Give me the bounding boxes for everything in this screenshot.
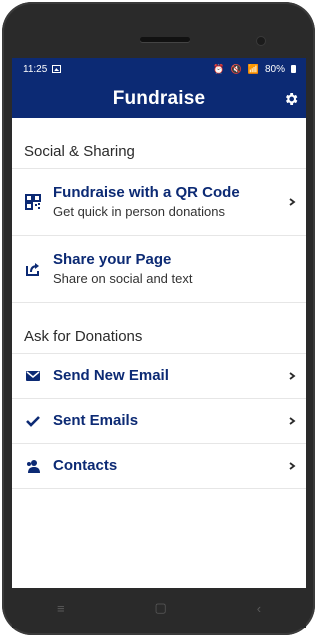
share-item-title: Share your Page (53, 251, 172, 268)
contacts-icon (24, 457, 42, 475)
share-item-subtitle: Share on social and text (53, 271, 193, 286)
screen: 11:25 ⏰ 🔇 📶 80% Fundraise Social & Shari… (12, 58, 306, 588)
chevron-right-icon (289, 462, 296, 470)
sent-emails-item[interactable]: Sent Emails (12, 399, 306, 443)
qr-item-title: Fundraise with a QR Code (53, 184, 240, 201)
gear-icon[interactable] (283, 91, 299, 107)
status-bar: 11:25 ⏰ 🔇 📶 80% (12, 58, 306, 80)
qr-fundraise-item[interactable]: Fundraise with a QR Code Get quick in pe… (12, 169, 306, 235)
battery-percent: 80% (264, 63, 285, 75)
status-left: 11:25 (23, 63, 62, 75)
envelope-icon (24, 367, 42, 385)
chevron-right-icon (289, 372, 296, 380)
front-camera (257, 37, 265, 45)
share-item-text: Share your Page Share on social and text (53, 251, 192, 287)
contacts-item[interactable]: Contacts (12, 444, 306, 488)
battery-icon (291, 65, 296, 73)
send-new-email-label: Send New Email (53, 367, 169, 384)
divider (12, 488, 306, 489)
home-button[interactable]: ▢ (154, 600, 166, 616)
checkmark-icon (24, 412, 42, 430)
chevron-right-icon (289, 417, 296, 425)
page-title: Fundraise (112, 88, 206, 109)
alarm-icon: ⏰ (213, 63, 225, 74)
share-icon (24, 260, 42, 278)
contacts-label: Contacts (53, 457, 118, 474)
section-header-ask: Ask for Donations (24, 328, 143, 345)
qr-code-icon (24, 193, 42, 211)
send-new-email-item[interactable]: Send New Email (12, 354, 306, 398)
status-right: ⏰ 🔇 📶 80% (213, 64, 296, 75)
qr-item-subtitle: Get quick in person donations (53, 204, 225, 219)
sent-emails-label: Sent Emails (53, 412, 139, 429)
back-button[interactable]: ‹ (257, 601, 261, 616)
share-page-item[interactable]: Share your Page Share on social and text (12, 236, 306, 302)
chevron-right-icon (289, 198, 296, 206)
image-notification-icon (52, 65, 62, 73)
qr-item-text: Fundraise with a QR Code Get quick in pe… (53, 184, 240, 220)
recent-apps-button[interactable]: ≡ (57, 601, 65, 616)
device: 11:25 ⏰ 🔇 📶 80% Fundraise Social & Shari… (0, 0, 317, 637)
earpiece (140, 37, 190, 42)
app-bar: Fundraise (12, 80, 306, 118)
section-header-social: Social & Sharing (24, 143, 135, 160)
mute-icon: 🔇 (230, 63, 242, 74)
system-nav-bar: ≡ ▢ ‹ (12, 588, 306, 628)
status-time: 11:25 (23, 63, 48, 75)
wifi-icon: 📶 (247, 63, 259, 74)
